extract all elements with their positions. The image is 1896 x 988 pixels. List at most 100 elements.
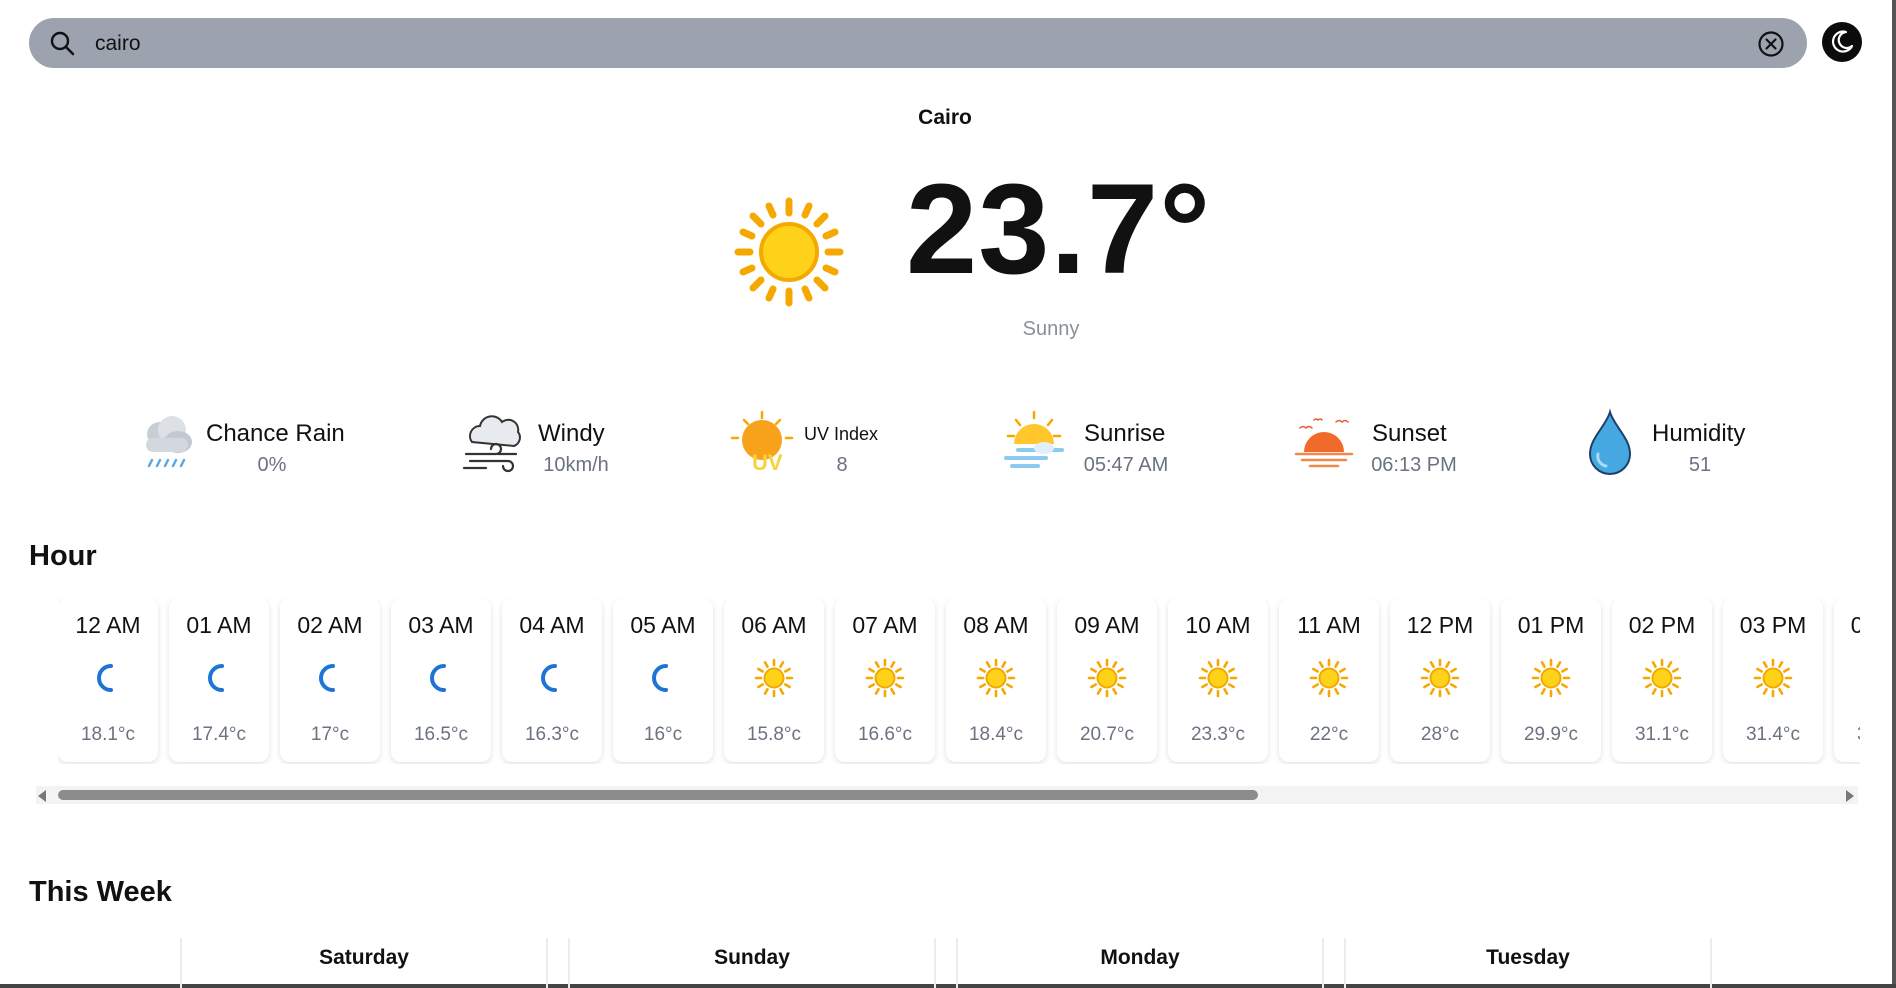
hour-temperature: 28°c bbox=[1420, 724, 1460, 745]
search-input[interactable] bbox=[93, 18, 1737, 70]
hour-temperature: 16.5°c bbox=[413, 724, 469, 745]
hourly-section-title: Hour bbox=[29, 540, 97, 572]
scroll-left-arrow-icon[interactable] bbox=[38, 790, 46, 802]
moon-icon bbox=[541, 664, 557, 692]
hour-card[interactable]: 12 AM 18.1°c bbox=[58, 598, 158, 762]
hour-temperature: 15.8°c bbox=[746, 724, 802, 745]
hour-temperature: 20.7°c bbox=[1079, 724, 1135, 745]
hour-card[interactable]: 01 PM 29.9°c bbox=[1501, 598, 1601, 762]
hour-time: 10 AM bbox=[1185, 612, 1251, 638]
sun-icon bbox=[734, 197, 844, 307]
day-card-saturday[interactable]: Saturday bbox=[180, 938, 548, 988]
hour-card[interactable]: 07 AM 16.6°c bbox=[835, 598, 935, 762]
scrollbar-thumb[interactable] bbox=[58, 790, 1258, 800]
stat-label: Sunset bbox=[1372, 420, 1447, 447]
hour-time: 12 AM bbox=[75, 612, 141, 638]
current-temperature: 23.7° bbox=[906, 158, 1212, 301]
hour-card[interactable]: 03 PM 31.4°c bbox=[1723, 598, 1823, 762]
city-name: Cairo bbox=[918, 106, 972, 129]
hour-time: 07 AM bbox=[852, 612, 918, 638]
wind-icon bbox=[462, 415, 521, 473]
hour-temperature: 22°c bbox=[1309, 724, 1349, 745]
hour-card[interactable]: 01 AM 17.4°c bbox=[169, 598, 269, 762]
scroll-right-arrow-icon[interactable] bbox=[1846, 790, 1854, 802]
hour-card[interactable]: 04 AM 16.3°c bbox=[502, 598, 602, 762]
stat-value: 10km/h bbox=[543, 454, 609, 476]
hour-card[interactable]: 05 AM 16°c bbox=[613, 598, 713, 762]
stat-label: Chance Rain bbox=[206, 420, 345, 447]
hour-temperature: 31.6°c bbox=[1834, 724, 1860, 746]
hour-temperature: 18.1°c bbox=[80, 724, 136, 745]
clear-search-icon[interactable] bbox=[1757, 30, 1785, 58]
hour-temperature: 16°c bbox=[643, 724, 683, 745]
sun-icon bbox=[1309, 658, 1349, 698]
hour-temperature: 31.4°c bbox=[1745, 724, 1801, 745]
sunrise-icon bbox=[1004, 410, 1064, 468]
water-drop-icon bbox=[1588, 408, 1632, 475]
hour-card[interactable]: 03 AM 16.5°c bbox=[391, 598, 491, 762]
search-icon[interactable] bbox=[49, 30, 75, 56]
day-name: Tuesday bbox=[1486, 946, 1570, 969]
hour-temperature: 23.3°c bbox=[1190, 724, 1246, 745]
sun-icon bbox=[865, 658, 905, 698]
stat-value: 05:47 AM bbox=[1083, 454, 1169, 476]
hourly-scrollbar[interactable] bbox=[36, 786, 1858, 804]
hour-time: 04 AM bbox=[519, 612, 585, 638]
hour-temperature: 16.3°c bbox=[524, 724, 580, 745]
moon-icon bbox=[319, 664, 335, 692]
stat-label: Windy bbox=[538, 420, 605, 447]
day-name: Monday bbox=[1100, 946, 1180, 969]
hour-temperature: 16.6°c bbox=[857, 724, 913, 745]
hour-card[interactable]: 11 AM 22°c bbox=[1279, 598, 1379, 762]
search-bar bbox=[29, 18, 1807, 70]
hour-time: 08 AM bbox=[963, 612, 1029, 638]
hour-time: 01 AM bbox=[186, 612, 252, 638]
hour-time: 02 PM bbox=[1628, 612, 1696, 638]
hour-temperature: 18.4°c bbox=[968, 724, 1024, 745]
hour-card[interactable]: 02 PM 31.1°c bbox=[1612, 598, 1712, 762]
sun-icon bbox=[1642, 658, 1682, 698]
moon-icon bbox=[652, 664, 668, 692]
hour-temperature: 31.1°c bbox=[1634, 724, 1690, 745]
hour-temperature: 17.4°c bbox=[191, 724, 247, 745]
sun-icon bbox=[1087, 658, 1127, 698]
sun-icon bbox=[1753, 658, 1793, 698]
day-card-sunday[interactable]: Sunday bbox=[568, 938, 936, 988]
dark-mode-toggle-button[interactable] bbox=[1822, 22, 1862, 62]
uv-icon: UV bbox=[730, 410, 794, 475]
hour-card[interactable]: 09 AM 20.7°c bbox=[1057, 598, 1157, 762]
stat-value: 06:13 PM bbox=[1371, 454, 1457, 476]
stat-label: Humidity bbox=[1652, 420, 1746, 447]
stat-label: UV Index bbox=[804, 424, 879, 444]
day-card-tuesday[interactable]: Tuesday bbox=[1344, 938, 1712, 988]
hour-card[interactable]: 10 AM 23.3°c bbox=[1168, 598, 1268, 762]
moon-icon bbox=[1831, 30, 1854, 53]
stat-uv-index: UV UV Index 8 bbox=[730, 408, 900, 480]
sun-icon bbox=[1420, 658, 1460, 698]
hourly-forecast-list[interactable]: 12 AM 18.1°c 01 AM 17.4°c 02 AM 17°c 03 AM 16.5… bbox=[58, 598, 1860, 764]
hour-temperature: 29.9°c bbox=[1523, 724, 1579, 745]
day-card-monday[interactable]: Monday bbox=[956, 938, 1324, 988]
hour-card[interactable]: 02 AM 17°c bbox=[280, 598, 380, 762]
stat-chance-rain: Chance Rain 0% bbox=[134, 408, 364, 480]
hour-card[interactable]: 04 PM 31.6°c bbox=[1834, 598, 1860, 762]
hour-time: 04 PM bbox=[1850, 612, 1860, 638]
sunset-icon bbox=[1294, 418, 1354, 468]
hour-time: 09 AM bbox=[1074, 612, 1140, 638]
hour-time: 01 PM bbox=[1517, 612, 1585, 638]
hour-card[interactable]: 12 PM 28°c bbox=[1390, 598, 1490, 762]
rain-cloud-icon bbox=[146, 416, 192, 468]
svg-text:UV: UV bbox=[752, 450, 783, 475]
stat-sunset: Sunset 06:13 PM bbox=[1292, 408, 1492, 480]
current-condition: Sunny bbox=[1022, 318, 1080, 340]
weekly-section-title: This Week bbox=[29, 876, 172, 908]
hour-time: 03 AM bbox=[408, 612, 474, 638]
stat-sunrise: Sunrise 05:47 AM bbox=[1002, 408, 1202, 480]
stat-windy: Windy 10km/h bbox=[462, 408, 662, 480]
window-edge bbox=[1892, 0, 1896, 988]
hour-card[interactable]: 06 AM 15.8°c bbox=[724, 598, 824, 762]
stat-value: 0% bbox=[257, 454, 287, 476]
hour-card[interactable]: 08 AM 18.4°c bbox=[946, 598, 1046, 762]
sun-icon bbox=[1198, 658, 1238, 698]
stat-label: Sunrise bbox=[1084, 420, 1166, 447]
